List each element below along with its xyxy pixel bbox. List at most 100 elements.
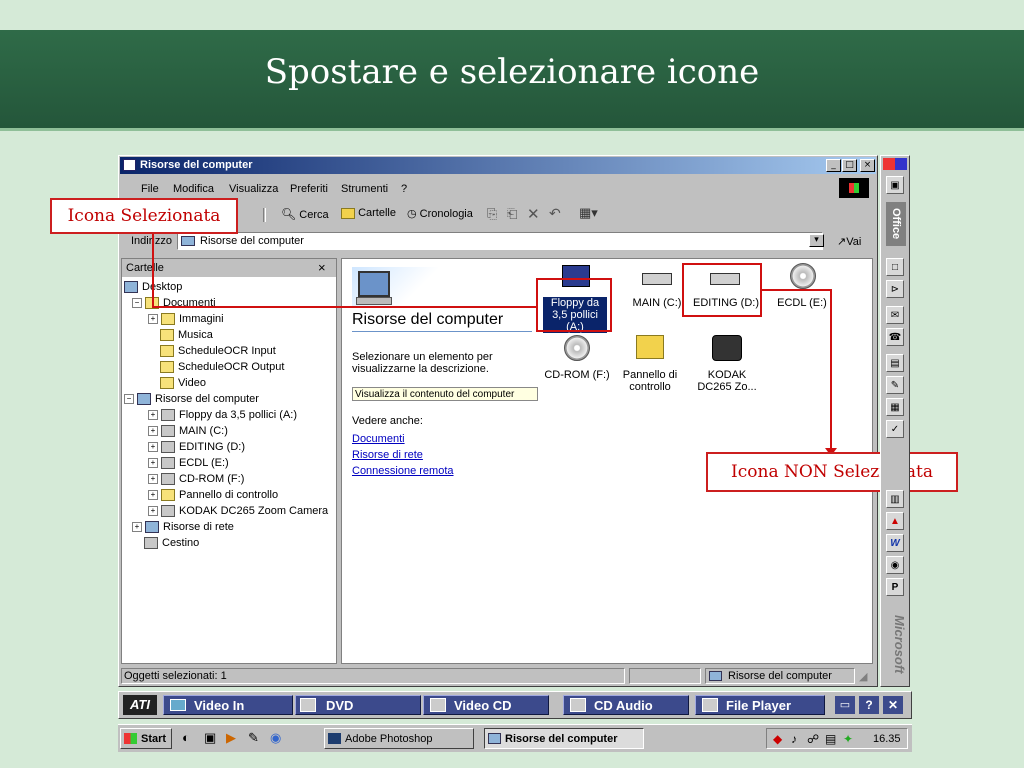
tree-item-risorse-computer[interactable]: − Risorse del computer (122, 391, 336, 407)
icon-label: Pannello di controllo (622, 369, 678, 393)
expand-icon[interactable]: + (148, 442, 158, 453)
folders-button[interactable]: Cartelle (341, 207, 396, 219)
resize-grip-icon[interactable]: ◢ (859, 670, 867, 683)
tree-item-main[interactable]: + MAIN (C:) (122, 423, 336, 439)
search-icon: 🔍︎ (281, 207, 297, 221)
link-documenti[interactable]: Documenti (352, 433, 405, 445)
tree-item-desktop[interactable]: Desktop (122, 279, 336, 295)
dvd-button[interactable]: DVD (295, 695, 421, 715)
close-button[interactable]: × (860, 159, 875, 172)
office-button-icon[interactable]: ▣ (886, 176, 904, 194)
expand-icon[interactable]: + (148, 506, 158, 517)
info-heading-rule (352, 331, 532, 332)
tree-item-risorse-rete[interactable]: + Risorse di rete (122, 519, 336, 535)
expand-icon[interactable]: + (148, 458, 158, 469)
history-button[interactable]: ◷ Cronologia (407, 207, 473, 220)
volume-icon[interactable]: ♪ (791, 732, 797, 746)
quicklaunch-tool-icon[interactable]: ✎ (248, 730, 259, 746)
menu-strumenti[interactable]: Strumenti (341, 183, 388, 195)
quicklaunch-outlook-icon[interactable]: ◉ (270, 730, 281, 746)
search-button[interactable]: 🔍︎ Cerca (281, 207, 329, 221)
expand-icon[interactable]: + (148, 426, 158, 437)
menu-file[interactable]: File (141, 183, 159, 195)
tree-item-cestino[interactable]: Cestino (122, 535, 336, 551)
expand-icon[interactable]: + (148, 314, 158, 325)
tree-item-floppy[interactable]: + Floppy da 3,5 pollici (A:) (122, 407, 336, 423)
undo-icon[interactable]: ↶ (549, 205, 561, 222)
copy-to-icon[interactable]: ⎗ (507, 206, 517, 222)
icon-pannello[interactable]: Pannello di controllo (618, 333, 682, 399)
views-icon[interactable]: ▦▾ (579, 205, 598, 221)
address-dropdown-icon[interactable]: ▾ (809, 234, 824, 247)
minimize-button[interactable]: _ (826, 159, 841, 172)
expand-icon[interactable]: + (132, 522, 142, 533)
tree-item-documenti[interactable]: − Documenti (122, 295, 336, 311)
folders-pane-close-icon[interactable]: × (318, 260, 326, 275)
icon-kodak[interactable]: KODAK DC265 Zo... (692, 333, 762, 399)
powerpoint-icon[interactable]: P (886, 578, 904, 596)
calendar-icon[interactable]: ▦ (886, 398, 904, 416)
delete-icon[interactable]: ✕ (527, 205, 540, 223)
tree-item-scheduleocr-output[interactable]: ScheduleOCR Output (122, 359, 336, 375)
ati-tray-icon[interactable]: ◆ (773, 732, 782, 746)
collapse-icon[interactable]: − (132, 298, 142, 309)
new-message-icon[interactable]: ✉ (886, 306, 904, 324)
outlook-icon[interactable]: ◉ (886, 556, 904, 574)
address-input[interactable]: Risorse del computer (177, 232, 823, 250)
status-location: Risorse del computer (705, 668, 855, 684)
help-icon[interactable]: ? (859, 696, 879, 714)
tree-item-musica[interactable]: Musica (122, 327, 336, 343)
office-label: Office (886, 202, 906, 246)
menu-help[interactable]: ? (401, 183, 407, 195)
explorer-icon[interactable]: ▥ (886, 490, 904, 508)
move-to-icon[interactable]: ⎘ (487, 206, 497, 222)
quicklaunch-desktop-icon[interactable]: ▣ (204, 730, 216, 746)
go-button[interactable]: ↗Vai (837, 235, 861, 248)
network-tray-icon[interactable]: ☍ (807, 732, 819, 746)
video-in-button[interactable]: Video In (163, 695, 293, 715)
quicklaunch-explorer-icon[interactable]: ◐ (182, 730, 190, 745)
tree-item-video[interactable]: Video (122, 375, 336, 391)
video-cd-button[interactable]: Video CD (423, 695, 549, 715)
task-adobe-photoshop[interactable]: Adobe Photoshop (324, 728, 474, 749)
access-icon[interactable]: ▲ (886, 512, 904, 530)
open-document-icon[interactable]: ⊳ (886, 280, 904, 298)
tree-item-editing[interactable]: + EDITING (D:) (122, 439, 336, 455)
link-connessione-remota[interactable]: Connessione remota (352, 465, 454, 477)
expand-icon[interactable]: + (148, 474, 158, 485)
word-icon[interactable]: W (886, 534, 904, 552)
expand-icon[interactable]: + (148, 490, 158, 501)
tree-item-ecdl[interactable]: + ECDL (E:) (122, 455, 336, 471)
tree-item-immagini[interactable]: + Immagini (122, 311, 336, 327)
collapse-icon[interactable]: − (124, 394, 134, 405)
icon-cdrom[interactable]: CD-ROM (F:) (540, 333, 614, 389)
tree-item-scheduleocr-input[interactable]: ScheduleOCR Input (122, 343, 336, 359)
file-player-icon (702, 698, 718, 712)
tree-item-kodak[interactable]: + KODAK DC265 Zoom Camera (122, 503, 336, 519)
quicklaunch-media-icon[interactable]: ▶ (226, 730, 236, 746)
tree-item-cdrom[interactable]: + CD-ROM (F:) (122, 471, 336, 487)
maximize-button[interactable]: □ (842, 159, 857, 172)
scheduler-icon[interactable]: ▤ (825, 732, 836, 746)
link-risorse-rete[interactable]: Risorse di rete (352, 449, 423, 461)
task-risorse-computer[interactable]: Risorse del computer (484, 728, 644, 749)
task-icon[interactable]: ✎ (886, 376, 904, 394)
file-player-button[interactable]: File Player (695, 695, 825, 715)
network-icon (145, 521, 159, 534)
antivirus-icon[interactable]: ✦ (843, 732, 853, 746)
close-bar-icon[interactable]: ✕ (883, 696, 903, 714)
minimize-bar-icon[interactable]: ▭ (835, 696, 855, 714)
contact-icon[interactable]: ☎ (886, 328, 904, 346)
start-button[interactable]: Start (120, 728, 172, 749)
cd-audio-button[interactable]: CD Audio (563, 695, 689, 715)
new-document-icon[interactable]: □ (886, 258, 904, 276)
expand-icon[interactable]: + (148, 410, 158, 421)
appointment-icon[interactable]: ▤ (886, 354, 904, 372)
menu-modifica[interactable]: Modifica (173, 183, 214, 195)
menu-visualizza[interactable]: Visualizza (229, 183, 278, 195)
note-icon[interactable]: ✓ (886, 420, 904, 438)
cd-drive-icon (161, 457, 175, 470)
menu-preferiti[interactable]: Preferiti (290, 183, 328, 195)
tree-item-pannello[interactable]: + Pannello di controllo (122, 487, 336, 503)
window-titlebar[interactable]: Risorse del computer (120, 157, 876, 174)
